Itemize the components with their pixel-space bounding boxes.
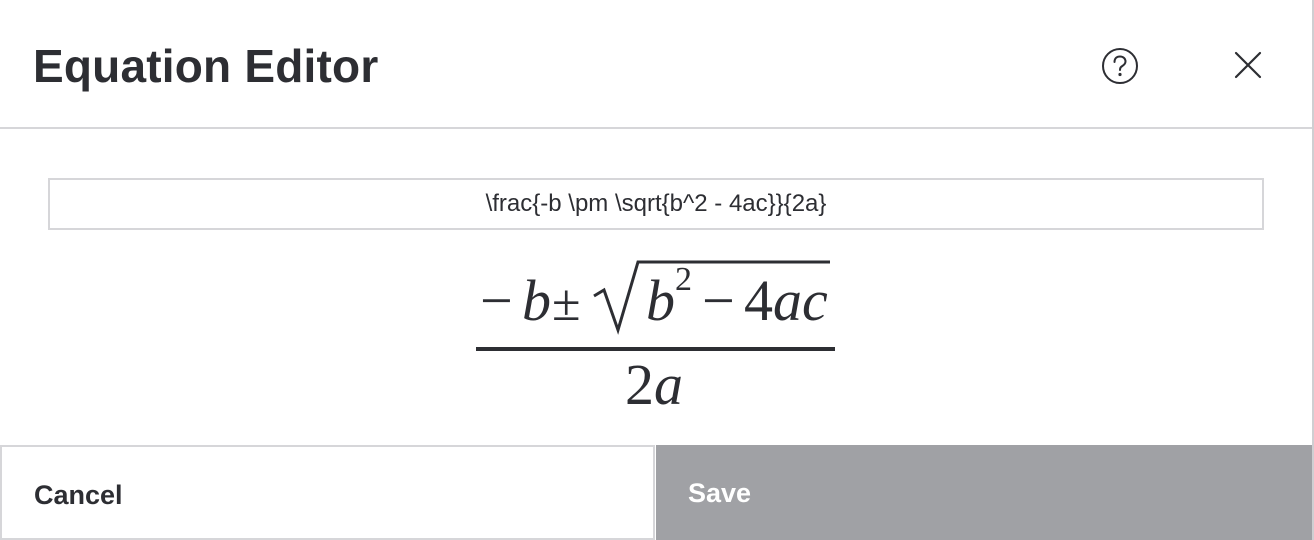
help-button[interactable] (1101, 47, 1139, 85)
save-button[interactable]: Save (656, 445, 1312, 540)
preview-denominator-two: 2 (625, 352, 654, 417)
latex-input[interactable] (48, 178, 1264, 230)
equation-editor-dialog: Equation Editor − b ± b 2 − (0, 0, 1314, 540)
preview-minus: − (480, 268, 513, 333)
preview-four: 4 (744, 268, 773, 333)
equation-render: − b ± b 2 − 4 ac 2 a (476, 260, 835, 417)
preview-minus-2: − (702, 268, 735, 333)
dialog-title: Equation Editor (33, 40, 379, 92)
preview-b: b (522, 268, 551, 333)
preview-ac: ac (773, 268, 828, 333)
preview-exponent: 2 (675, 261, 692, 298)
close-x-icon (1234, 51, 1262, 79)
equation-preview: − b ± b 2 − 4 ac 2 a (470, 248, 842, 418)
save-button-label: Save (688, 478, 752, 508)
cancel-button-label: Cancel (34, 480, 123, 510)
dialog-footer: Cancel Save (0, 445, 1312, 540)
close-button[interactable] (1228, 45, 1268, 85)
preview-denominator-a: a (654, 352, 683, 417)
dialog-header: Equation Editor (0, 0, 1312, 129)
help-circle-icon (1102, 48, 1138, 84)
preview-radicand-b: b (646, 268, 675, 333)
cancel-button[interactable]: Cancel (0, 445, 655, 540)
preview-plus-minus: ± (552, 275, 581, 332)
